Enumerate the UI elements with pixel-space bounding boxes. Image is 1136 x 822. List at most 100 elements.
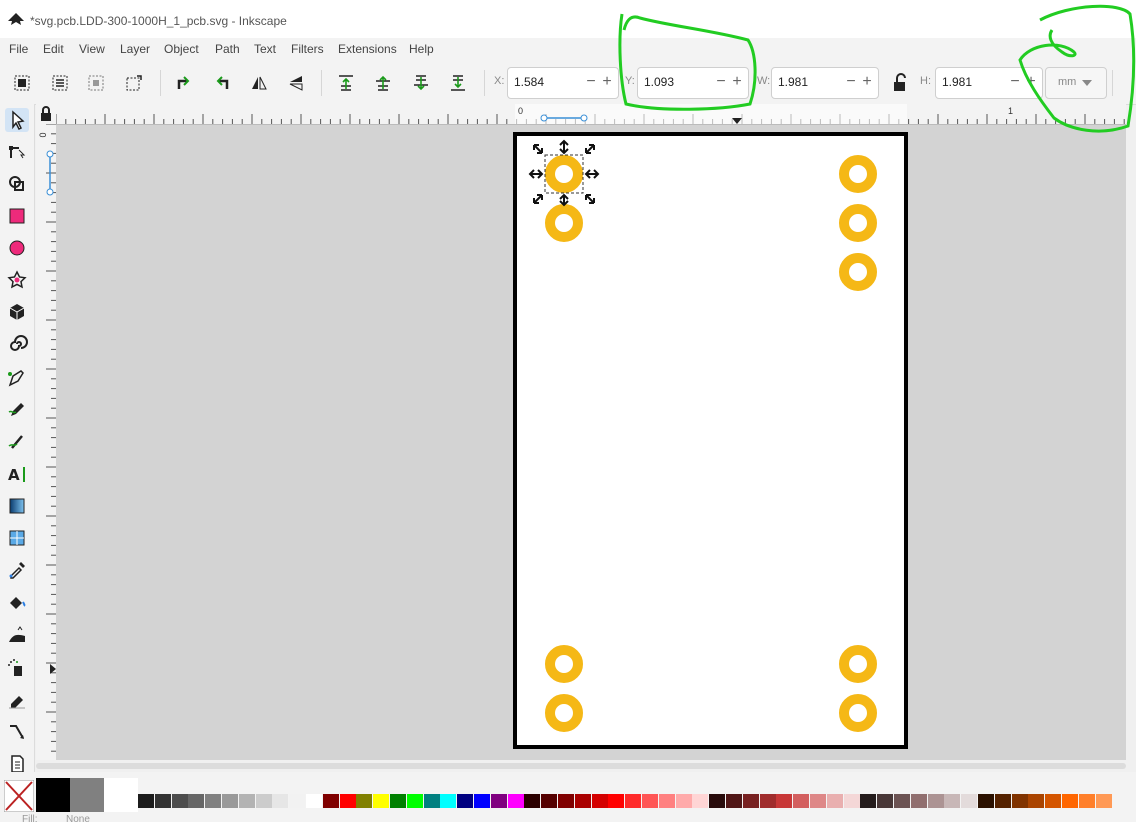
palette-swatch[interactable] bbox=[961, 794, 978, 808]
select-all-layers-icon[interactable] bbox=[50, 73, 70, 93]
x-input[interactable] bbox=[514, 75, 578, 89]
dropper-tool[interactable] bbox=[5, 558, 29, 582]
scrollbar-track[interactable] bbox=[36, 763, 1126, 769]
palette-swatch[interactable] bbox=[1045, 794, 1062, 808]
palette-swatch[interactable] bbox=[138, 794, 154, 808]
palette-swatch[interactable] bbox=[390, 794, 406, 808]
palette-swatch[interactable] bbox=[944, 794, 961, 808]
menu-view[interactable]: View bbox=[79, 42, 105, 56]
pencil-tool[interactable] bbox=[5, 398, 29, 422]
gradient-tool[interactable] bbox=[5, 494, 29, 518]
palette-swatch[interactable] bbox=[188, 794, 205, 808]
palette-swatch[interactable] bbox=[322, 794, 339, 808]
palette-swatch[interactable] bbox=[1028, 794, 1045, 808]
raise-to-top-icon[interactable] bbox=[336, 73, 356, 93]
palette-swatch[interactable] bbox=[608, 794, 625, 808]
drawing-canvas[interactable] bbox=[56, 125, 1126, 760]
palette-swatch[interactable] bbox=[373, 794, 390, 808]
bezier-tool[interactable] bbox=[5, 366, 29, 390]
palette-swatch[interactable] bbox=[843, 794, 860, 808]
palette-swatch[interactable] bbox=[423, 794, 440, 808]
palette-swatch[interactable] bbox=[642, 794, 658, 808]
shape-builder-tool[interactable] bbox=[5, 172, 29, 196]
palette-swatch[interactable] bbox=[793, 794, 810, 808]
palette-swatch[interactable] bbox=[222, 794, 238, 808]
menu-object[interactable]: Object bbox=[164, 42, 199, 56]
node-tool[interactable] bbox=[5, 140, 29, 164]
menu-file[interactable]: File bbox=[9, 42, 28, 56]
select-all-icon[interactable] bbox=[12, 73, 32, 93]
palette-swatch[interactable] bbox=[406, 794, 423, 808]
connector-tool[interactable] bbox=[5, 720, 29, 744]
menu-extensions[interactable]: Extensions bbox=[338, 42, 397, 56]
deselect-icon[interactable] bbox=[86, 73, 106, 93]
palette-swatch[interactable] bbox=[356, 794, 373, 808]
palette-swatch[interactable] bbox=[289, 794, 306, 808]
menu-edit[interactable]: Edit bbox=[43, 42, 64, 56]
palette-swatch[interactable] bbox=[154, 794, 171, 808]
menu-filters[interactable]: Filters bbox=[291, 42, 324, 56]
palette-swatch[interactable] bbox=[910, 794, 927, 808]
rectangle-tool[interactable] bbox=[5, 204, 29, 228]
palette-swatch[interactable] bbox=[474, 794, 490, 808]
text-tool[interactable]: A bbox=[5, 462, 29, 486]
raise-icon[interactable] bbox=[373, 73, 393, 93]
palette-swatch[interactable] bbox=[490, 794, 507, 808]
palette-swatch[interactable] bbox=[877, 794, 894, 808]
palette-swatch[interactable] bbox=[978, 794, 994, 808]
palette-swatch[interactable] bbox=[171, 794, 188, 808]
palette-swatch[interactable] bbox=[726, 794, 742, 808]
palette-swatch[interactable] bbox=[339, 794, 356, 808]
swatch-gray[interactable] bbox=[70, 778, 104, 812]
palette-swatch[interactable] bbox=[1062, 794, 1078, 808]
palette-swatch[interactable] bbox=[255, 794, 272, 808]
palette-swatch[interactable] bbox=[558, 794, 574, 808]
palette-swatch[interactable] bbox=[1078, 794, 1095, 808]
toggle-touch-selection-icon[interactable] bbox=[124, 73, 144, 93]
menu-text[interactable]: Text bbox=[254, 42, 276, 56]
guide-lock-button[interactable] bbox=[36, 104, 56, 124]
palette-swatch[interactable] bbox=[440, 794, 457, 808]
palette-swatch[interactable] bbox=[238, 794, 255, 808]
mesh-tool[interactable] bbox=[5, 526, 29, 550]
paint-bucket-tool[interactable] bbox=[5, 590, 29, 614]
palette-swatch[interactable] bbox=[927, 794, 944, 808]
vertical-ruler[interactable]: 0 bbox=[36, 124, 57, 760]
star-tool[interactable] bbox=[5, 268, 29, 292]
palette-swatch[interactable] bbox=[205, 794, 222, 808]
palette-swatch[interactable] bbox=[709, 794, 726, 808]
palette-swatch[interactable] bbox=[994, 794, 1011, 808]
palette-swatch[interactable] bbox=[742, 794, 759, 808]
palette-swatch[interactable] bbox=[574, 794, 591, 808]
palette-swatch[interactable] bbox=[658, 794, 675, 808]
3d-box-tool[interactable] bbox=[5, 300, 29, 324]
calligraphy-tool[interactable] bbox=[5, 430, 29, 454]
palette-swatch[interactable] bbox=[541, 794, 558, 808]
spiral-tool[interactable] bbox=[5, 332, 29, 356]
palette-swatch[interactable] bbox=[675, 794, 692, 808]
palette-swatch[interactable] bbox=[759, 794, 776, 808]
no-paint-swatch-icon[interactable] bbox=[4, 780, 34, 812]
lower-icon[interactable] bbox=[411, 73, 431, 93]
menu-path[interactable]: Path bbox=[215, 42, 240, 56]
palette-swatch[interactable] bbox=[1011, 794, 1028, 808]
tweak-tool[interactable] bbox=[5, 624, 29, 648]
flip-vertical-icon[interactable] bbox=[286, 73, 306, 93]
palette-swatch[interactable] bbox=[810, 794, 826, 808]
palette-swatch[interactable] bbox=[591, 794, 608, 808]
palette-swatch[interactable] bbox=[1095, 794, 1112, 808]
flip-horizontal-icon[interactable] bbox=[249, 73, 269, 93]
palette-swatch[interactable] bbox=[692, 794, 709, 808]
palette-swatch[interactable] bbox=[625, 794, 642, 808]
palette-swatch[interactable] bbox=[826, 794, 843, 808]
ellipse-tool[interactable] bbox=[5, 236, 29, 260]
spray-tool[interactable] bbox=[5, 656, 29, 680]
eraser-tool[interactable] bbox=[5, 688, 29, 712]
palette-swatch[interactable] bbox=[457, 794, 474, 808]
x-decrement-button[interactable]: − bbox=[583, 73, 599, 91]
selector-tool[interactable] bbox=[5, 108, 29, 132]
horizontal-scrollbar[interactable] bbox=[36, 760, 1126, 772]
swatch-white[interactable] bbox=[104, 778, 138, 812]
menu-help[interactable]: Help bbox=[409, 42, 434, 56]
palette-swatch[interactable] bbox=[306, 794, 322, 808]
